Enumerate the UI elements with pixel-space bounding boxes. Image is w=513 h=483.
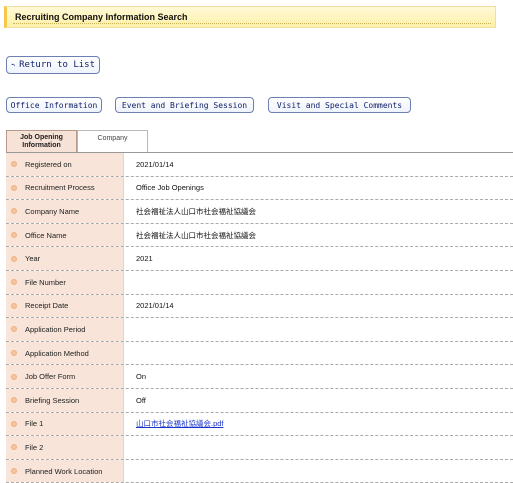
field-value-cell: 山口市社会福祉協議会.pdf <box>124 413 513 436</box>
office-name-value: 社会福祉法人山口市社会福祉協議会 <box>136 230 256 240</box>
job-opening-detail-table: Registered on 2021/01/14 Recruitment Pro… <box>6 152 513 483</box>
field-label-cell: Company Name <box>6 200 124 223</box>
field-value-cell <box>124 436 513 459</box>
field-value-cell: On <box>124 365 513 388</box>
field-value-cell: Off <box>124 389 513 412</box>
field-label-cell: Job Offer Form <box>6 365 124 388</box>
job-offer-form-value: On <box>136 372 147 382</box>
event-briefing-label: Event and Briefing Session <box>121 100 248 110</box>
bullet-dot-icon <box>11 397 17 404</box>
return-to-list-button[interactable]: Return to List <box>6 56 100 74</box>
field-label-cell: Receipt Date <box>6 294 124 318</box>
field-value-cell: 社会福祉法人山口市社会福祉協議会 <box>124 224 513 247</box>
bullet-dot-icon <box>11 420 17 427</box>
field-label: Application Method <box>25 348 89 358</box>
field-value-cell: 2021/01/14 <box>124 295 513 318</box>
field-label-cell: Planned Work Location <box>6 459 124 483</box>
title-underline <box>13 23 491 24</box>
field-value-cell: 2021 <box>124 247 513 270</box>
field-row-file-number: File Number <box>6 270 513 295</box>
field-label-cell: File 2 <box>6 436 124 459</box>
tab-job-opening-label: Job Opening Information <box>20 133 63 149</box>
field-label: Briefing Session <box>25 395 80 405</box>
detail-tabs: Job Opening Information Company <box>6 130 148 152</box>
field-row-file-2: File 2 <box>6 436 513 460</box>
page-title-bar: Recruiting Company Information Search <box>4 6 496 28</box>
field-label: Company Name <box>25 206 80 216</box>
bullet-dot-icon <box>11 232 17 239</box>
tab-company[interactable]: Company <box>77 130 148 152</box>
visit-comments-button[interactable]: Visit and Special Comments <box>268 97 411 113</box>
registered-on-value: 2021/01/14 <box>136 159 174 169</box>
return-arrow-icon <box>11 63 15 67</box>
field-value-cell: Office Job Openings <box>124 177 513 200</box>
field-row-office-name: Office Name 社会福祉法人山口市社会福祉協議会 <box>6 223 513 248</box>
field-label: Recruitment Process <box>25 183 95 193</box>
bullet-dot-icon <box>11 255 17 262</box>
office-information-button[interactable]: Office Information <box>6 97 102 113</box>
field-label: Job Offer Form <box>25 372 76 382</box>
field-label: File 2 <box>25 442 44 452</box>
field-value-cell: 社会福祉法人山口市社会福祉協議会 <box>124 200 513 223</box>
recruitment-process-value: Office Job Openings <box>136 183 204 193</box>
bullet-dot-icon <box>11 373 17 380</box>
field-label-cell: Office Name <box>6 223 124 247</box>
return-to-list-label: Return to List <box>19 60 95 70</box>
field-value-cell <box>124 342 513 365</box>
field-value-cell: 2021/01/14 <box>124 153 513 176</box>
field-row-briefing-session: Briefing Session Off <box>6 388 513 413</box>
tab-job-opening-information[interactable]: Job Opening Information <box>6 130 77 152</box>
page-title: Recruiting Company Information Search <box>15 12 188 22</box>
bullet-dot-icon <box>11 326 17 333</box>
field-label-cell: Recruitment Process <box>6 176 124 200</box>
field-value-cell <box>124 318 513 341</box>
bullet-dot-icon <box>11 468 17 475</box>
bullet-dot-icon <box>11 302 17 309</box>
office-information-label: Office Information <box>10 100 98 110</box>
field-label-cell: Year <box>6 247 124 270</box>
field-label-cell: Application Period <box>6 318 124 341</box>
briefing-session-value: Off <box>136 395 146 405</box>
field-row-company-name: Company Name 社会福祉法人山口市社会福祉協議会 <box>6 200 513 224</box>
field-label-cell: Registered on <box>6 153 124 176</box>
field-row-receipt-date: Receipt Date 2021/01/14 <box>6 294 513 319</box>
field-label-cell: File 1 <box>6 412 124 436</box>
field-row-planned-work-location: Planned Work Location <box>6 459 513 483</box>
bullet-dot-icon <box>11 208 17 215</box>
field-label-cell: Briefing Session <box>6 388 124 412</box>
tab-company-label: Company <box>97 134 128 142</box>
year-value: 2021 <box>136 254 153 264</box>
field-label: File 1 <box>25 419 44 429</box>
bullet-dot-icon <box>11 350 17 357</box>
bullet-dot-icon <box>11 444 17 451</box>
event-briefing-button[interactable]: Event and Briefing Session <box>115 97 254 113</box>
field-row-file-1: File 1 山口市社会福祉協議会.pdf <box>6 412 513 437</box>
field-label: File Number <box>25 277 66 287</box>
field-row-registered-on: Registered on 2021/01/14 <box>6 153 513 177</box>
field-label-cell: File Number <box>6 270 124 294</box>
bullet-dot-icon <box>11 279 17 286</box>
field-value-cell <box>124 460 513 483</box>
field-row-job-offer-form: Job Offer Form On <box>6 365 513 389</box>
field-row-application-period: Application Period <box>6 318 513 342</box>
file-1-download-link[interactable]: 山口市社会福祉協議会.pdf <box>136 418 224 429</box>
field-row-application-method: Application Method <box>6 341 513 366</box>
field-row-year: Year 2021 <box>6 247 513 271</box>
field-label: Application Period <box>25 324 86 334</box>
field-row-recruitment-process: Recruitment Process Office Job Openings <box>6 176 513 201</box>
field-label: Planned Work Location <box>25 466 103 476</box>
field-label: Year <box>25 254 41 264</box>
visit-comments-label: Visit and Special Comments <box>276 100 403 110</box>
company-name-value: 社会福祉法人山口市社会福祉協議会 <box>136 206 256 216</box>
bullet-dot-icon <box>11 161 17 168</box>
field-label-cell: Application Method <box>6 341 124 365</box>
field-value-cell <box>124 271 513 294</box>
field-label: Registered on <box>25 159 72 169</box>
receipt-date-value: 2021/01/14 <box>136 301 174 311</box>
field-label: Receipt Date <box>25 301 69 311</box>
field-label: Office Name <box>25 230 67 240</box>
bullet-dot-icon <box>11 184 17 191</box>
